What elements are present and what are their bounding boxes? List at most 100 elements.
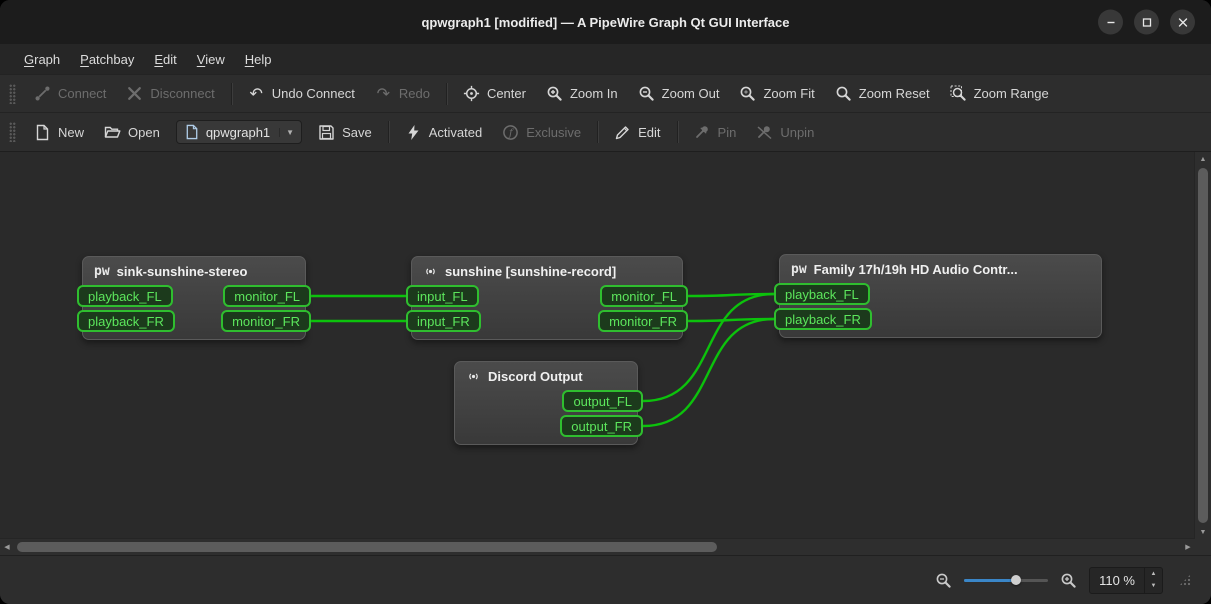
pin-label: Pin — [718, 125, 737, 140]
port-output[interactable]: monitor_FL — [600, 285, 688, 307]
activated-button[interactable]: Activated — [396, 119, 491, 146]
center-icon — [463, 85, 480, 102]
zoom-slider[interactable] — [964, 572, 1048, 588]
node-sink-sunshine-stereo[interactable]: pw sink-sunshine-stereo playback_FL play… — [82, 256, 306, 340]
pipewire-icon: pw — [94, 264, 110, 279]
undo-icon: ↶ — [248, 85, 265, 102]
node-title: sunshine [sunshine-record] — [445, 264, 616, 279]
pipewire-icon: pw — [791, 262, 807, 277]
new-button[interactable]: New — [25, 119, 93, 146]
vertical-scroll-thumb[interactable] — [1198, 168, 1208, 523]
open-label: Open — [128, 125, 160, 140]
vertical-scrollbar[interactable]: ▲ ▼ — [1194, 152, 1211, 539]
port-input[interactable]: playback_FR — [77, 310, 175, 332]
spin-down-button[interactable]: ▼ — [1145, 580, 1162, 593]
open-button[interactable]: Open — [95, 119, 169, 146]
port-output[interactable]: output_FL — [562, 390, 643, 412]
graph-canvas[interactable]: pw sink-sunshine-stereo playback_FL play… — [0, 152, 1195, 539]
toolbar-separator — [677, 121, 678, 143]
unpin-button[interactable]: Unpin — [747, 119, 823, 146]
pin-button[interactable]: Pin — [685, 119, 746, 146]
node-sunshine[interactable]: sunshine [sunshine-record] input_FL inpu… — [411, 256, 683, 340]
menu-graph[interactable]: Graph — [14, 44, 70, 74]
canvas-area: pw sink-sunshine-stereo playback_FL play… — [0, 151, 1211, 555]
redo-button[interactable]: ↷ Redo — [366, 80, 439, 107]
zoom-reset-label: Zoom Reset — [859, 86, 930, 101]
menu-patchbay[interactable]: Patchbay — [70, 44, 144, 74]
save-icon — [318, 124, 335, 141]
close-button[interactable] — [1170, 10, 1195, 35]
maximize-button[interactable] — [1134, 10, 1159, 35]
menu-view[interactable]: View — [187, 44, 235, 74]
patchbay-toolbar: New Open qpwgraph1 ▼ Save Activated f Ex… — [0, 112, 1211, 151]
zoom-out-small-icon — [935, 572, 952, 589]
node-title: Family 17h/19h HD Audio Contr... — [814, 262, 1018, 277]
node-discord-output[interactable]: Discord Output output_FL output_FR — [454, 361, 638, 445]
zoom-in-button[interactable]: Zoom In — [537, 80, 627, 107]
new-file-icon — [34, 124, 51, 141]
port-input[interactable]: input_FR — [406, 310, 481, 332]
window-controls — [1098, 10, 1195, 35]
zoom-reset-button[interactable]: Zoom Reset — [826, 80, 939, 107]
node-title: Discord Output — [488, 369, 583, 384]
port-output[interactable]: output_FR — [560, 415, 643, 437]
toolbar-drag-handle[interactable] — [9, 122, 16, 142]
undo-connect-label: Undo Connect — [272, 86, 355, 101]
redo-label: Redo — [399, 86, 430, 101]
exclusive-icon: f — [502, 124, 519, 141]
center-button[interactable]: Center — [454, 80, 535, 107]
maximize-icon — [1142, 17, 1152, 27]
scroll-left-arrow[interactable]: ◀ — [0, 539, 14, 555]
edit-button[interactable]: Edit — [605, 119, 669, 146]
port-input[interactable]: playback_FL — [774, 283, 870, 305]
zoom-out-button[interactable]: Zoom Out — [629, 80, 729, 107]
exclusive-label: Exclusive — [526, 125, 581, 140]
zoom-spinbox[interactable]: 110 % ▲ ▼ — [1089, 567, 1163, 594]
port-input[interactable]: playback_FR — [774, 308, 872, 330]
disconnect-button[interactable]: Disconnect — [117, 80, 223, 107]
save-button[interactable]: Save — [309, 119, 381, 146]
toolbar-drag-handle[interactable] — [9, 84, 16, 104]
port-input[interactable]: playback_FL — [77, 285, 173, 307]
menubar: Graph Patchbay Edit View Help — [0, 44, 1211, 74]
menu-edit[interactable]: Edit — [144, 44, 186, 74]
patchbay-profile-combo[interactable]: qpwgraph1 ▼ — [176, 120, 302, 144]
titlebar[interactable]: qpwgraph1 [modified] — A PipeWire Graph … — [0, 0, 1211, 44]
toolbar-separator — [446, 83, 447, 105]
zoom-fit-button[interactable]: Zoom Fit — [730, 80, 823, 107]
horizontal-scrollbar[interactable]: ◀ ▶ — [0, 538, 1195, 555]
toolbar-separator — [231, 83, 232, 105]
chevron-down-icon: ▼ — [279, 128, 294, 137]
zoom-value[interactable]: 110 % — [1090, 568, 1144, 593]
zoom-out-icon — [638, 85, 655, 102]
activated-icon — [405, 124, 422, 141]
resize-grip[interactable] — [1179, 574, 1191, 586]
zoom-fit-icon — [739, 85, 756, 102]
new-label: New — [58, 125, 84, 140]
scroll-down-arrow[interactable]: ▼ — [1195, 525, 1211, 539]
undo-connect-button[interactable]: ↶ Undo Connect — [239, 80, 364, 107]
port-output[interactable]: monitor_FL — [223, 285, 311, 307]
zoom-range-button[interactable]: Zoom Range — [941, 80, 1058, 107]
port-output[interactable]: monitor_FR — [598, 310, 688, 332]
port-output[interactable]: monitor_FR — [221, 310, 311, 332]
edit-label: Edit — [638, 125, 660, 140]
exclusive-button[interactable]: f Exclusive — [493, 119, 590, 146]
menu-help[interactable]: Help — [235, 44, 282, 74]
horizontal-scroll-thumb[interactable] — [17, 542, 717, 552]
scroll-right-arrow[interactable]: ▶ — [1181, 539, 1195, 555]
spin-up-button[interactable]: ▲ — [1145, 568, 1162, 581]
unpin-icon — [756, 124, 773, 141]
graph-toolbar: Connect Disconnect ↶ Undo Connect ↷ Redo… — [0, 74, 1211, 112]
audio-node-icon — [423, 264, 438, 279]
minimize-button[interactable] — [1098, 10, 1123, 35]
zoom-range-icon — [950, 85, 967, 102]
open-folder-icon — [104, 124, 121, 141]
node-family-hd-audio[interactable]: pw Family 17h/19h HD Audio Contr... play… — [779, 254, 1102, 338]
connect-button[interactable]: Connect — [25, 80, 115, 107]
zoom-in-label: Zoom In — [570, 86, 618, 101]
save-label: Save — [342, 125, 372, 140]
scroll-up-arrow[interactable]: ▲ — [1195, 152, 1211, 166]
zoom-slider-handle[interactable] — [1011, 575, 1021, 585]
port-input[interactable]: input_FL — [406, 285, 479, 307]
